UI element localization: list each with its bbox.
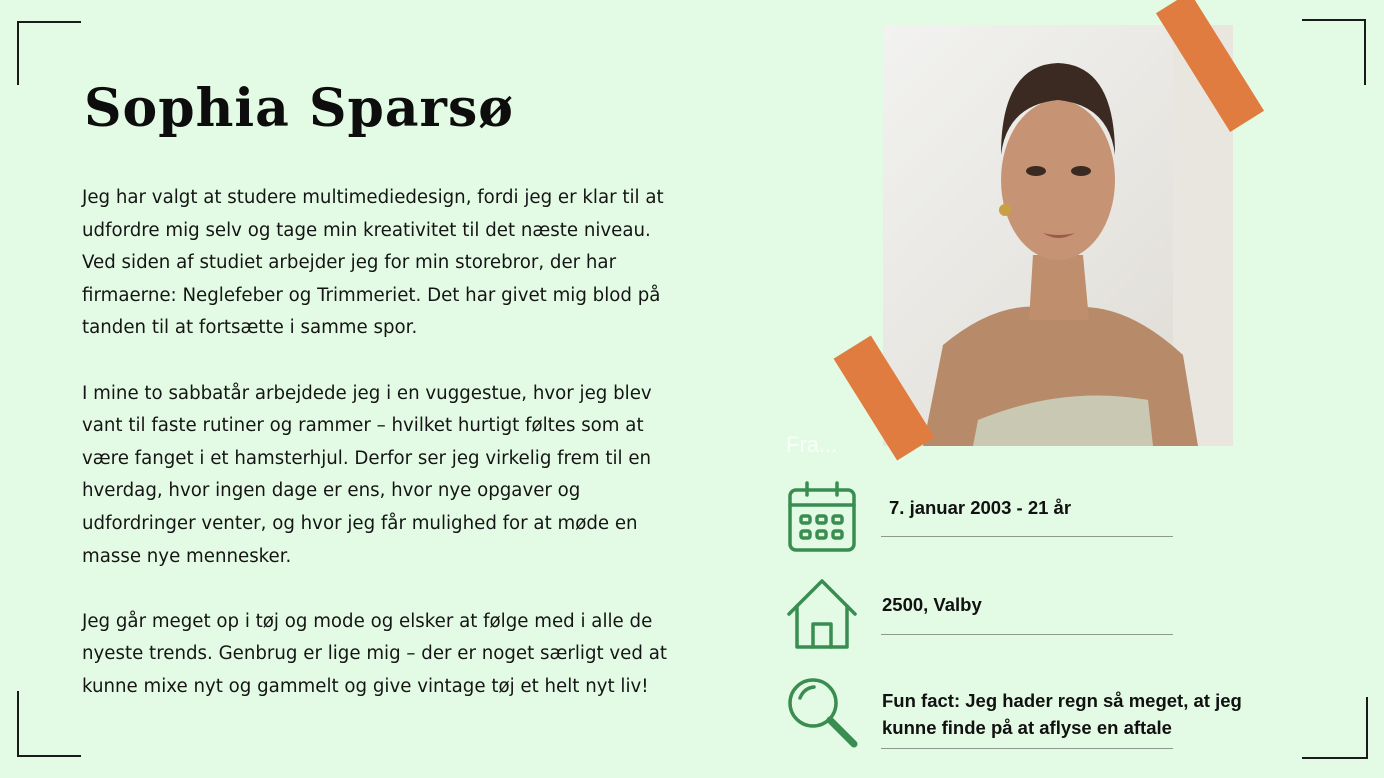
profile-photo [883,25,1233,446]
corner-frame-bottom-right [1302,697,1368,759]
fun-fact-text: Fun fact: Jeg hader regn så meget, at je… [882,690,1242,738]
bio-paragraph: Jeg har valgt at studere multimediedesig… [82,187,664,339]
bio-paragraph: Jeg går meget op i tøj og mode og elsker… [82,610,667,697]
bio-paragraph: I mine to sabbatår arbejdede jeg i en vu… [82,382,652,567]
corner-frame-top-right [1302,19,1366,85]
profile-name: Sophia Sparsø [84,78,514,139]
house-icon [787,579,857,649]
divider [881,634,1173,635]
birthday-text: 7. januar 2003 - 21 år [889,497,1072,518]
corner-frame-top-left [17,21,81,85]
magnifier-icon [788,678,858,748]
corner-frame-bottom-left [17,691,81,757]
bio-text: Jeg har valgt at studere multimediedesig… [82,182,682,736]
divider [881,536,1173,537]
calendar-icon [788,481,856,552]
address-text: 2500, Valby [882,594,982,615]
portrait-illustration [923,25,1233,446]
divider [881,748,1173,749]
ghost-label: Fra... [786,432,838,457]
